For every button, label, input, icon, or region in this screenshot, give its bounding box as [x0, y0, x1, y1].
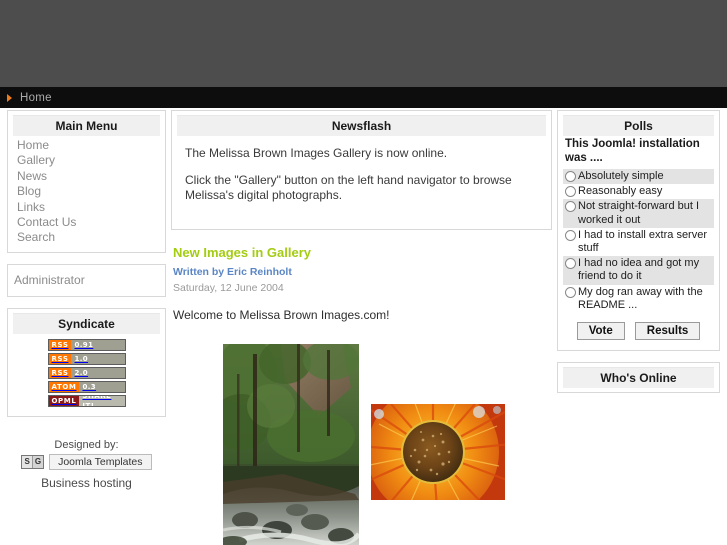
sidebar-item-news[interactable]: News — [15, 169, 160, 184]
sidebar-item-contact-us[interactable]: Contact Us — [15, 215, 160, 230]
badge-value: 0.91 — [71, 339, 125, 350]
radio-icon[interactable] — [565, 171, 576, 182]
breadcrumb-item-home[interactable]: Home — [20, 92, 52, 104]
badge-label: ATOM — [48, 381, 80, 392]
poll-option-label: My dog ran away with the README ... — [578, 285, 703, 311]
vote-button[interactable]: Vote — [576, 322, 625, 341]
main-menu-title: Main Menu — [13, 115, 160, 136]
poll-option-5[interactable]: I had no idea and got my friend to do it — [563, 256, 714, 285]
page-title: New Images in Gallery — [173, 245, 312, 260]
badge-value: 2.0 — [71, 367, 125, 378]
logo-letter-s: S — [22, 455, 33, 468]
newsflash-body: The Melissa Brown Images Gallery is now … — [177, 138, 546, 223]
triangle-right-icon — [7, 93, 12, 102]
radio-icon[interactable] — [565, 229, 576, 241]
syndicate-badge-list: RSS 0.91 RSS 1.0 RSS 2.0 ATOM 0.3 OPML S… — [13, 336, 160, 410]
sunflower-photo[interactable] — [371, 404, 505, 500]
poll-option-2[interactable]: Reasonably easy — [563, 184, 714, 200]
logo-letter-g: G — [32, 455, 44, 468]
poll-option-1[interactable]: Absolutely simple — [563, 169, 714, 185]
rss-20-badge[interactable]: RSS 2.0 — [47, 366, 126, 379]
radio-icon[interactable] — [565, 201, 576, 213]
poll-option-4[interactable]: I had to install extra server stuff — [563, 227, 714, 257]
business-hosting-link[interactable]: Business hosting — [7, 476, 166, 490]
poll-option-list: Absolutely simple Reasonably easy Not st… — [563, 169, 714, 314]
badge-label: RSS — [48, 367, 72, 378]
main-content: Newsflash The Melissa Brown Images Galle… — [171, 110, 552, 545]
breadcrumb: Home — [0, 87, 727, 108]
newsflash-module: Newsflash The Melissa Brown Images Galle… — [171, 110, 552, 230]
poll-option-3[interactable]: Not straight-forward but I worked it out — [563, 199, 714, 228]
whos-online-title: Who's Online — [563, 367, 714, 389]
article: New Images in Gallery Written by Eric Re… — [171, 241, 552, 322]
whos-online-module: Who's Online — [557, 362, 720, 394]
joomla-templates-button[interactable]: Joomla Templates — [49, 453, 152, 470]
badge-label: RSS — [48, 353, 72, 364]
sidebar-item-blog[interactable]: Blog — [15, 184, 160, 199]
poll-option-label: I had to install extra server stuff — [578, 228, 708, 255]
badge-label: OPML — [48, 395, 80, 406]
badge-value: 1.0 — [71, 353, 125, 364]
siteground-logo-icon[interactable]: S G — [21, 454, 45, 469]
page-root: Home Main Menu Home Gallery News Blog Li… — [0, 0, 727, 545]
atom-03-badge[interactable]: ATOM 0.3 — [47, 380, 126, 393]
administrator-module: Administrator — [7, 263, 166, 297]
poll-option-label: I had no idea and got my friend to do it — [578, 257, 700, 283]
sunflower-image — [371, 404, 505, 500]
newsflash-title: Newsflash — [177, 115, 546, 136]
article-body: Welcome to Melissa Brown Images.com! — [173, 308, 390, 322]
photo-gallery — [171, 344, 552, 545]
list-item: Gallery — [15, 153, 160, 168]
sidebar-item-home[interactable]: Home — [15, 138, 160, 153]
badge-value: SHARE IT! — [79, 395, 125, 406]
radio-icon[interactable] — [565, 258, 576, 270]
left-sidebar: Main Menu Home Gallery News Blog Links C… — [7, 110, 166, 490]
main-menu-module: Main Menu Home Gallery News Blog Links C… — [7, 110, 166, 253]
list-item: News — [15, 169, 160, 184]
right-sidebar: Polls This Joomla! installation was ....… — [557, 110, 720, 404]
badge-value: 0.3 — [79, 381, 125, 392]
newsflash-paragraph-2: Click the "Gallery" button on the left h… — [185, 173, 512, 202]
forest-stream-photo[interactable] — [223, 344, 359, 545]
rss-091-badge[interactable]: RSS 0.91 — [47, 338, 126, 351]
polls-module: Polls This Joomla! installation was ....… — [557, 110, 720, 352]
rss-10-badge[interactable]: RSS 1.0 — [47, 352, 126, 365]
designed-by-label: Designed by: — [54, 438, 119, 451]
poll-question: This Joomla! installation was .... — [565, 138, 700, 164]
designed-by-footer: Designed by: S G Joomla Templates Busine… — [7, 439, 166, 490]
syndicate-module: Syndicate RSS 0.91 RSS 1.0 RSS 2.0 ATOM … — [7, 307, 166, 417]
badge-label: RSS — [48, 339, 72, 350]
sidebar-item-gallery[interactable]: Gallery — [15, 153, 160, 168]
poll-option-label: Reasonably easy — [578, 185, 663, 198]
opml-share-badge[interactable]: OPML SHARE IT! — [47, 394, 126, 407]
poll-option-label: Absolutely simple — [578, 170, 664, 182]
list-item: Contact Us — [15, 215, 160, 230]
header-banner — [0, 0, 727, 87]
sidebar-item-administrator[interactable]: Administrator — [14, 273, 85, 287]
main-menu-list: Home Gallery News Blog Links Contact Us … — [13, 138, 160, 246]
article-date: Saturday, 12 June 2004 — [173, 282, 284, 294]
radio-icon[interactable] — [565, 286, 576, 298]
results-button[interactable]: Results — [634, 322, 701, 341]
sidebar-item-links[interactable]: Links — [15, 200, 160, 215]
designed-by-row: S G Joomla Templates — [7, 453, 166, 470]
newsflash-paragraph-1: The Melissa Brown Images Gallery is now … — [185, 146, 448, 160]
forest-stream-image — [223, 344, 359, 545]
poll-option-6[interactable]: My dog ran away with the README ... — [563, 284, 714, 314]
poll-buttons: Vote Results — [563, 322, 714, 341]
poll-option-label: Not straight-forward but I worked it out — [578, 200, 700, 226]
syndicate-title: Syndicate — [13, 312, 160, 334]
sidebar-item-search[interactable]: Search — [15, 230, 160, 245]
list-item: Search — [15, 230, 160, 245]
list-item: Blog — [15, 184, 160, 199]
polls-title: Polls — [563, 115, 714, 136]
radio-icon[interactable] — [565, 186, 576, 198]
list-item: Links — [15, 200, 160, 215]
list-item: Home — [15, 138, 160, 153]
article-author[interactable]: Written by Eric Reinholt — [173, 266, 550, 278]
